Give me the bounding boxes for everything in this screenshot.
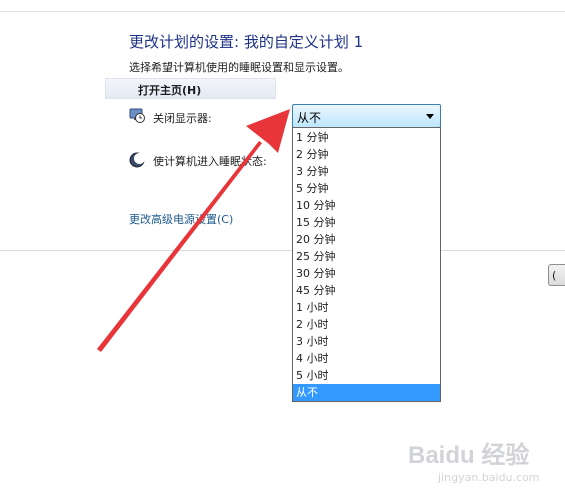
dropdown-option[interactable]: 5 小时: [293, 367, 440, 384]
dropdown-option[interactable]: 3 分钟: [293, 163, 440, 180]
display-off-value: 从不: [297, 111, 322, 125]
watermark-url: jingyan.baidu.com: [438, 471, 540, 484]
baidu-watermark: Baidu 经验 jingyan.baidu.com: [408, 435, 558, 490]
dropdown-option[interactable]: 3 小时: [293, 333, 440, 350]
watermark-logo: Baidu 经验: [408, 442, 530, 469]
dropdown-option[interactable]: 5 分钟: [293, 180, 440, 197]
display-off-select[interactable]: 从不: [292, 104, 441, 128]
open-home-label: 打开主页(H): [138, 84, 202, 97]
display-off-dropdown-list: 1 分钟 2 分钟 3 分钟 5 分钟 10 分钟 15 分钟 20 分钟 25…: [292, 127, 441, 402]
display-off-label: 关闭显示器:: [153, 112, 212, 125]
window-top-border: [0, 0, 565, 12]
advanced-power-settings-link[interactable]: 更改高级电源设置(C): [129, 211, 233, 227]
annotation-arrow-head: [246, 109, 290, 153]
monitor-clock-icon: [129, 107, 145, 123]
dropdown-option[interactable]: 25 分钟: [293, 248, 440, 265]
dropdown-option[interactable]: 20 分钟: [293, 231, 440, 248]
sleep-label: 使计算机进入睡眠状态:: [153, 155, 267, 168]
section-divider: [0, 250, 565, 251]
page-title: 更改计划的设置: 我的自定义计划 1: [129, 33, 364, 51]
dropdown-option[interactable]: 1 分钟: [293, 129, 440, 146]
page-subtitle: 选择希望计算机使用的睡眠设置和显示设置。: [129, 61, 349, 74]
chevron-down-icon: [426, 114, 434, 119]
partial-button[interactable]: (: [548, 264, 565, 286]
dropdown-option-selected[interactable]: 从不: [293, 384, 440, 401]
dropdown-option[interactable]: 15 分钟: [293, 214, 440, 231]
dropdown-option[interactable]: 4 小时: [293, 350, 440, 367]
moon-icon: [129, 152, 145, 168]
dropdown-option[interactable]: 30 分钟: [293, 265, 440, 282]
annotation-arrow-shaft: [97, 141, 262, 352]
dropdown-option[interactable]: 10 分钟: [293, 197, 440, 214]
open-home-button[interactable]: 打开主页(H): [105, 78, 276, 99]
dropdown-option[interactable]: 45 分钟: [293, 282, 440, 299]
dropdown-option[interactable]: 1 小时: [293, 299, 440, 316]
dropdown-option[interactable]: 2 分钟: [293, 146, 440, 163]
dropdown-option[interactable]: 2 小时: [293, 316, 440, 333]
